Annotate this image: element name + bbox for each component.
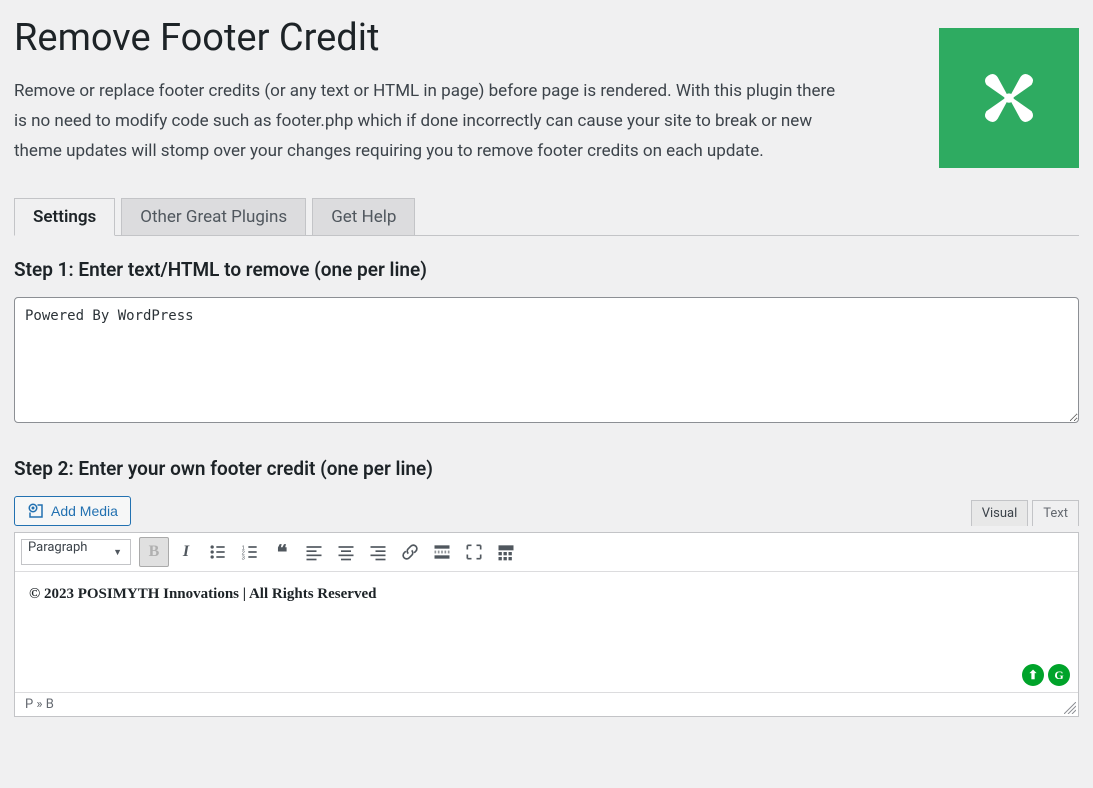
numbered-list-icon: 123 bbox=[240, 542, 260, 562]
bold-button[interactable]: B bbox=[139, 537, 169, 567]
quote-icon: ❝ bbox=[277, 540, 288, 565]
toolbar-toggle-icon bbox=[496, 542, 516, 562]
align-left-icon bbox=[304, 542, 324, 562]
tab-settings[interactable]: Settings bbox=[14, 198, 115, 236]
italic-button[interactable]: I bbox=[171, 537, 201, 567]
fullscreen-icon bbox=[464, 542, 484, 562]
tab-get-help[interactable]: Get Help bbox=[312, 198, 415, 235]
remove-text-input[interactable] bbox=[14, 297, 1079, 423]
tabs-nav: Settings Other Great Plugins Get Help bbox=[14, 198, 1079, 236]
editor-status-bar: P » B bbox=[15, 692, 1078, 716]
link-button[interactable] bbox=[395, 537, 425, 567]
plugin-logo bbox=[939, 28, 1079, 168]
grammarly-upload-icon[interactable]: ⬆ bbox=[1022, 664, 1044, 686]
element-path: P » B bbox=[25, 697, 54, 712]
align-center-button[interactable] bbox=[331, 537, 361, 567]
toolbar-toggle-button[interactable] bbox=[491, 537, 521, 567]
add-media-label: Add Media bbox=[51, 503, 118, 519]
page-title: Remove Footer Credit bbox=[14, 14, 909, 63]
bow-icon bbox=[979, 68, 1039, 128]
editor-content[interactable]: © 2023 POSIMYTH Innovations | All Rights… bbox=[15, 572, 1078, 692]
bold-icon: B bbox=[149, 543, 160, 561]
link-icon bbox=[400, 542, 420, 562]
align-left-button[interactable] bbox=[299, 537, 329, 567]
italic-icon: I bbox=[183, 543, 189, 561]
wysiwyg-editor: Paragraph B I 123 ❝ © 2023 bbox=[14, 532, 1079, 717]
page-description: Remove or replace footer credits (or any… bbox=[14, 77, 844, 166]
editor-toolbar: Paragraph B I 123 ❝ bbox=[15, 533, 1078, 572]
numbered-list-button[interactable]: 123 bbox=[235, 537, 265, 567]
media-icon bbox=[27, 502, 45, 520]
bullet-list-icon bbox=[208, 542, 228, 562]
editor-tab-visual[interactable]: Visual bbox=[971, 500, 1029, 526]
svg-text:3: 3 bbox=[242, 556, 245, 562]
read-more-button[interactable] bbox=[427, 537, 457, 567]
align-center-icon bbox=[336, 542, 356, 562]
resize-handle-icon[interactable] bbox=[1064, 702, 1076, 714]
step2-heading: Step 2: Enter your own footer credit (on… bbox=[14, 457, 1079, 480]
align-right-button[interactable] bbox=[363, 537, 393, 567]
tab-other-plugins[interactable]: Other Great Plugins bbox=[121, 198, 306, 235]
add-media-button[interactable]: Add Media bbox=[14, 496, 131, 526]
fullscreen-button[interactable] bbox=[459, 537, 489, 567]
grammarly-icon[interactable]: G bbox=[1048, 664, 1070, 686]
read-more-icon bbox=[432, 542, 452, 562]
step1-heading: Step 1: Enter text/HTML to remove (one p… bbox=[14, 258, 1079, 281]
paragraph-select[interactable]: Paragraph bbox=[21, 539, 131, 565]
align-right-icon bbox=[368, 542, 388, 562]
blockquote-button[interactable]: ❝ bbox=[267, 537, 297, 567]
bullet-list-button[interactable] bbox=[203, 537, 233, 567]
editor-tab-text[interactable]: Text bbox=[1032, 500, 1079, 526]
